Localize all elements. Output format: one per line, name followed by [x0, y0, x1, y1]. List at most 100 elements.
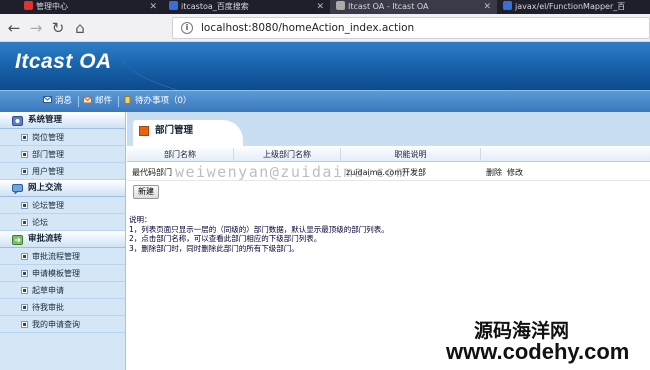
sidebar-item-label: 岗位管理: [32, 133, 64, 142]
expand-icon: ▪: [21, 253, 28, 260]
app-logo: Itcast OA: [15, 50, 112, 73]
back-icon[interactable]: ←: [4, 18, 24, 38]
instructions-line: 2，点击部门名称，可以查看此部门相应的下级部门列表。: [129, 234, 322, 243]
sidebar-group-system[interactable]: 系统管理: [0, 112, 125, 129]
column-header: [481, 148, 650, 162]
browser-tab-title: javax/el/FunctionMapper_百: [515, 2, 626, 11]
gear-icon: [12, 116, 23, 126]
expand-icon: ▪: [21, 134, 28, 141]
browser-tab-title: itcastoa_百度搜索: [181, 2, 249, 11]
sidebar-item-label: 用户管理: [32, 167, 64, 176]
sidebar-item-label: 部门管理: [32, 150, 64, 159]
info-icon[interactable]: i: [181, 22, 193, 34]
sidebar: 系统管理 ▪ 岗位管理 ▪ 部门管理 ▪ 用户管理 网上交流 ▪ 论坛管理 ▪ 论坛 审批…: [0, 112, 126, 370]
sidebar-item-forum-admin[interactable]: ▪ 论坛管理: [0, 197, 125, 214]
mail-icon: [83, 96, 92, 104]
sidebar-item-process-admin[interactable]: ▪ 审批流程管理: [0, 248, 125, 265]
expand-icon: ▪: [21, 321, 28, 328]
expand-icon: ▪: [21, 270, 28, 277]
forward-icon[interactable]: →: [26, 18, 46, 38]
flow-icon: [12, 235, 23, 245]
expand-icon: ▪: [21, 287, 28, 294]
instructions-line: 1，列表页面只显示一层的（同级的）部门数据，默认显示最顶级的部门列表。: [129, 224, 389, 234]
new-button[interactable]: 新建: [133, 185, 159, 199]
home-icon[interactable]: ⌂: [70, 18, 90, 38]
baidu-icon: [503, 1, 512, 10]
page-title: 部门管理: [155, 125, 194, 136]
chat-icon: [12, 184, 23, 194]
mail-label: 邮件: [95, 96, 113, 106]
edit-link[interactable]: 修改: [507, 168, 523, 177]
browser-tab-bar: 管理中心 ✕ itcastoa_百度搜索 ✕ Itcast OA - Itcast …: [0, 0, 650, 14]
browser-tab-active[interactable]: Itcast OA - Itcast OA ✕: [330, 0, 497, 14]
sidebar-item-my-requests[interactable]: ▪ 我的申请查询: [0, 316, 125, 333]
sidebar-item-draft[interactable]: ▪ 起草申请: [0, 282, 125, 299]
watermark-text: weiwenyan@zuidaima.com: [175, 163, 407, 181]
sidebar-group-label: 网上交流: [28, 183, 63, 193]
sidebar-group-forum[interactable]: 网上交流: [0, 180, 125, 197]
sidebar-item-departments[interactable]: ▪ 部门管理: [0, 146, 125, 163]
close-tab-icon[interactable]: ✕: [316, 0, 324, 14]
expand-icon: ▪: [21, 304, 28, 311]
close-tab-icon[interactable]: ✕: [149, 0, 157, 14]
address-bar[interactable]: i localhost:8080/homeAction_index.action: [172, 17, 650, 39]
instructions: 说明： 1，列表页面只显示一层的（同级的）部门数据，默认显示最顶级的部门列表。 …: [129, 215, 389, 253]
sidebar-item-label: 论坛: [32, 218, 48, 227]
header-decoration: [120, 42, 650, 90]
close-tab-icon[interactable]: ✕: [483, 0, 491, 14]
reload-icon[interactable]: ↻: [48, 18, 68, 38]
toolbar-divider: [78, 96, 79, 107]
todo-label: 待办事项（0）: [135, 96, 192, 106]
toolbar-divider: [118, 96, 119, 107]
sidebar-item-template-admin[interactable]: ▪ 申请模板管理: [0, 265, 125, 282]
expand-icon: ▪: [21, 168, 28, 175]
address-url[interactable]: localhost:8080/homeAction_index.action: [201, 18, 414, 38]
sidebar-item-label: 申请模板管理: [32, 269, 80, 278]
expand-icon: ▪: [21, 202, 28, 209]
title-strip: 部门管理: [127, 112, 650, 146]
expand-icon: ▪: [21, 219, 28, 226]
baidu-icon: [169, 1, 178, 10]
delete-link[interactable]: 删除: [486, 168, 502, 177]
app-toolbar: 消息 邮件 待办事项（0）: [0, 90, 650, 112]
sidebar-item-label: 起草申请: [32, 286, 64, 295]
row-actions: 删除 修改: [481, 165, 650, 181]
browser-tab-title: 管理中心: [36, 2, 68, 11]
table-header: 部门名称 上级部门名称 职能说明: [127, 148, 650, 162]
sidebar-item-forum[interactable]: ▪ 论坛: [0, 214, 125, 231]
todo-icon: [124, 96, 131, 104]
messages-label: 消息: [55, 96, 73, 106]
mail-link[interactable]: 邮件: [83, 94, 112, 108]
messages-icon: [43, 96, 52, 103]
app-header: Itcast OA: [0, 42, 650, 90]
instructions-line: 3，删除部门时，同时删除此部门的所有下级部门。: [129, 243, 299, 253]
sidebar-item-users[interactable]: ▪ 用户管理: [0, 163, 125, 180]
sidebar-group-approval[interactable]: 审批流转: [0, 231, 125, 248]
browser-tab[interactable]: 管理中心 ✕: [0, 0, 163, 14]
sidebar-item-positions[interactable]: ▪ 岗位管理: [0, 129, 125, 146]
column-header: 部门名称: [127, 148, 234, 162]
sidebar-item-label: 待我审批: [32, 303, 64, 312]
messages-link[interactable]: 消息: [43, 94, 72, 108]
browser-tab[interactable]: itcastoa_百度搜索 ✕: [163, 0, 330, 14]
browser-tab-title: Itcast OA - Itcast OA: [348, 2, 429, 11]
expand-icon: ▪: [21, 151, 28, 158]
browser-tab[interactable]: javax/el/FunctionMapper_百: [497, 0, 650, 14]
sidebar-item-pending[interactable]: ▪ 待我审批: [0, 299, 125, 316]
sidebar-group-label: 审批流转: [28, 234, 63, 244]
todo-link[interactable]: 待办事项（0）: [123, 94, 191, 108]
main-content: 部门管理 部门名称 上级部门名称 职能说明 最代码部门 zuidaima.com…: [127, 112, 650, 370]
sidebar-item-label: 我的申请查询: [32, 320, 80, 329]
sidebar-item-label: 审批流程管理: [32, 252, 80, 261]
column-header: 上级部门名称: [234, 148, 341, 162]
browser-nav-bar: ← → ↻ ⌂ i localhost:8080/homeAction_inde…: [0, 14, 650, 42]
watermark-site-url: www.codehy.com: [446, 339, 630, 364]
page-title-tab: 部门管理: [133, 120, 243, 146]
instructions-line: 说明：: [129, 215, 152, 224]
sidebar-item-label: 论坛管理: [32, 201, 64, 210]
page-icon: [336, 1, 345, 10]
site-icon: [24, 1, 33, 10]
sidebar-group-label: 系统管理: [28, 115, 63, 125]
title-icon: [139, 126, 149, 136]
column-header: 职能说明: [341, 148, 481, 162]
